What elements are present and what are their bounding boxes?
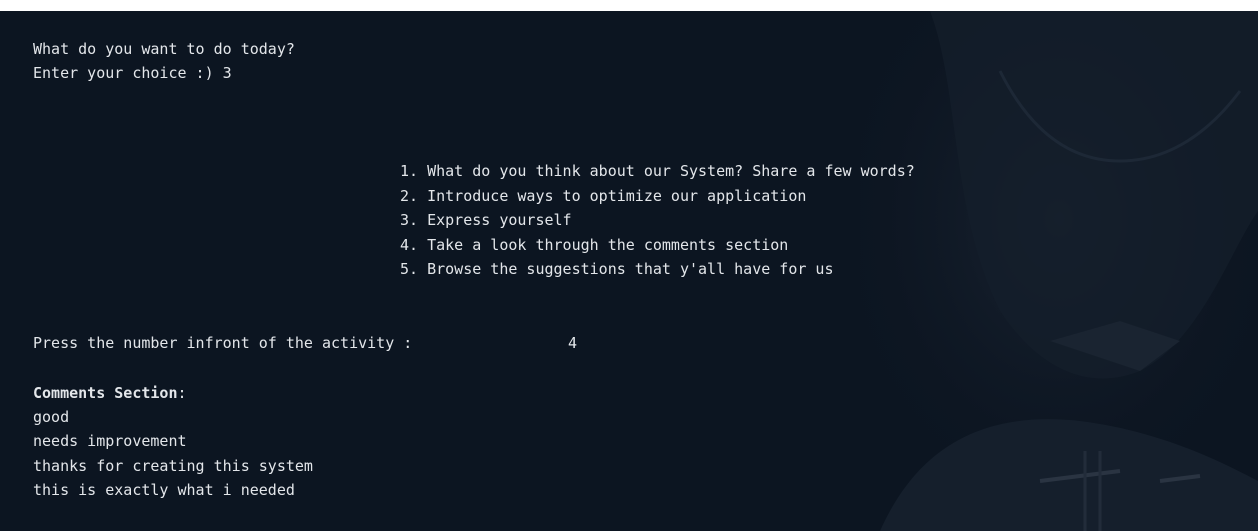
comment-line: needs improvement: [33, 432, 187, 450]
choice-prompt: Enter your choice :) 3: [33, 64, 232, 82]
menu-item-2: 2. Introduce ways to optimize our applic…: [400, 186, 807, 205]
comments-heading: Comments Section: [33, 384, 178, 402]
terminal-window[interactable]: What do you want to do today? Enter your…: [0, 11, 1258, 531]
comment-line: this is exactly what i needed: [33, 481, 295, 499]
menu-item-1: 1. What do you think about our System? S…: [400, 162, 915, 180]
comment-line: thanks for creating this system: [33, 457, 313, 475]
comments-heading-colon: :: [177, 384, 187, 402]
menu-item-4: 4. Take a look through the comments sect…: [400, 235, 789, 254]
comments-heading-line: Comments Section:: [33, 381, 187, 406]
prompt-question: What do you want to do today?: [33, 40, 295, 58]
menu-item-5: 5. Browse the suggestions that y'all hav…: [400, 260, 834, 278]
activity-prompt: Press the number infront of the activity…: [33, 334, 413, 352]
menu-item-3: 3. Express yourself: [400, 211, 572, 229]
activity-menu: 1. What do you think about our System? S…: [400, 159, 915, 282]
activity-value: 4: [568, 334, 578, 352]
comment-line: good: [33, 408, 70, 426]
